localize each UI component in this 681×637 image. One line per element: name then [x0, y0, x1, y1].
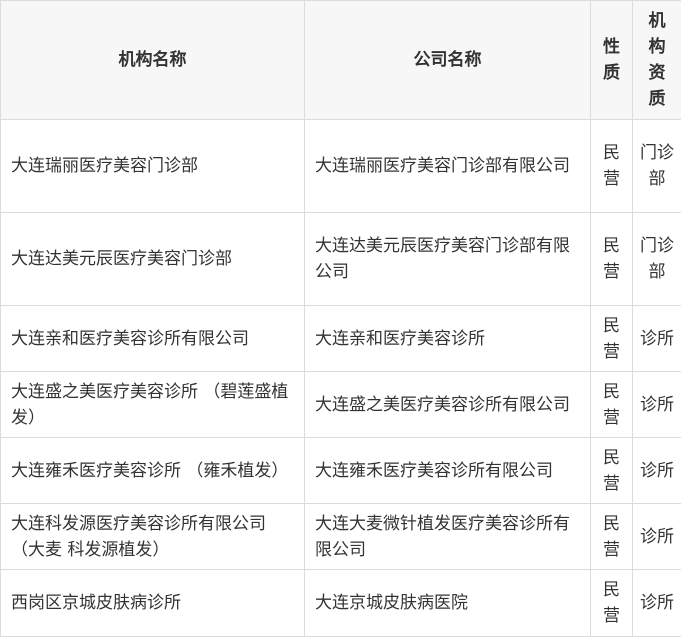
table-row: 大连雍禾医疗美容诊所 （雍禾植发） 大连雍禾医疗美容诊所有限公司 民营 诊所 [1, 438, 681, 504]
company-name-cell: 大连大麦微针植发医疗美容诊所有限公司 [305, 504, 591, 570]
qualification-cell: 诊所 [633, 438, 681, 504]
nature-cell: 民营 [591, 120, 633, 213]
qualification-cell: 诊所 [633, 306, 681, 372]
company-name-cell: 大连达美元辰医疗美容门诊部有限公司 [305, 213, 591, 306]
nature-cell: 民营 [591, 438, 633, 504]
qualification-cell: 诊所 [633, 372, 681, 438]
qualification-cell: 门诊部 [633, 120, 681, 213]
nature-cell: 民营 [591, 504, 633, 570]
header-qualification: 机构资质 [633, 1, 681, 120]
table-row: 大连达美元辰医疗美容门诊部 大连达美元辰医疗美容门诊部有限公司 民营 门诊部 [1, 213, 681, 306]
table-row: 西岗区京城皮肤病诊所 大连京城皮肤病医院 民营 诊所 [1, 570, 681, 637]
nature-cell: 民营 [591, 213, 633, 306]
company-name-cell: 大连盛之美医疗美容诊所有限公司 [305, 372, 591, 438]
table-row: 大连盛之美医疗美容诊所 （碧莲盛植发） 大连盛之美医疗美容诊所有限公司 民营 诊… [1, 372, 681, 438]
qualification-cell: 门诊部 [633, 213, 681, 306]
nature-cell: 民营 [591, 372, 633, 438]
nature-cell: 民营 [591, 306, 633, 372]
qualification-cell: 诊所 [633, 504, 681, 570]
institution-name-cell: 大连达美元辰医疗美容门诊部 [1, 213, 305, 306]
header-company-name: 公司名称 [305, 1, 591, 120]
header-institution-name: 机构名称 [1, 1, 305, 120]
institution-table: 机构名称 公司名称 性质 机构资质 大连瑞丽医疗美容门诊部 大连瑞丽医疗美容门诊… [0, 0, 681, 637]
company-name-cell: 大连亲和医疗美容诊所 [305, 306, 591, 372]
table-row: 大连亲和医疗美容诊所有限公司 大连亲和医疗美容诊所 民营 诊所 [1, 306, 681, 372]
header-row: 机构名称 公司名称 性质 机构资质 [1, 1, 681, 120]
qualification-cell: 诊所 [633, 570, 681, 637]
company-name-cell: 大连京城皮肤病医院 [305, 570, 591, 637]
company-name-cell: 大连雍禾医疗美容诊所有限公司 [305, 438, 591, 504]
table-row: 大连瑞丽医疗美容门诊部 大连瑞丽医疗美容门诊部有限公司 民营 门诊部 [1, 120, 681, 213]
institution-name-cell: 大连雍禾医疗美容诊所 （雍禾植发） [1, 438, 305, 504]
table-row: 大连科发源医疗美容诊所有限公司 （大麦 科发源植发） 大连大麦微针植发医疗美容诊… [1, 504, 681, 570]
institution-name-cell: 西岗区京城皮肤病诊所 [1, 570, 305, 637]
institution-name-cell: 大连瑞丽医疗美容门诊部 [1, 120, 305, 213]
nature-cell: 民营 [591, 570, 633, 637]
header-nature: 性质 [591, 1, 633, 120]
institution-name-cell: 大连亲和医疗美容诊所有限公司 [1, 306, 305, 372]
institution-name-cell: 大连盛之美医疗美容诊所 （碧莲盛植发） [1, 372, 305, 438]
company-name-cell: 大连瑞丽医疗美容门诊部有限公司 [305, 120, 591, 213]
institution-name-cell: 大连科发源医疗美容诊所有限公司 （大麦 科发源植发） [1, 504, 305, 570]
